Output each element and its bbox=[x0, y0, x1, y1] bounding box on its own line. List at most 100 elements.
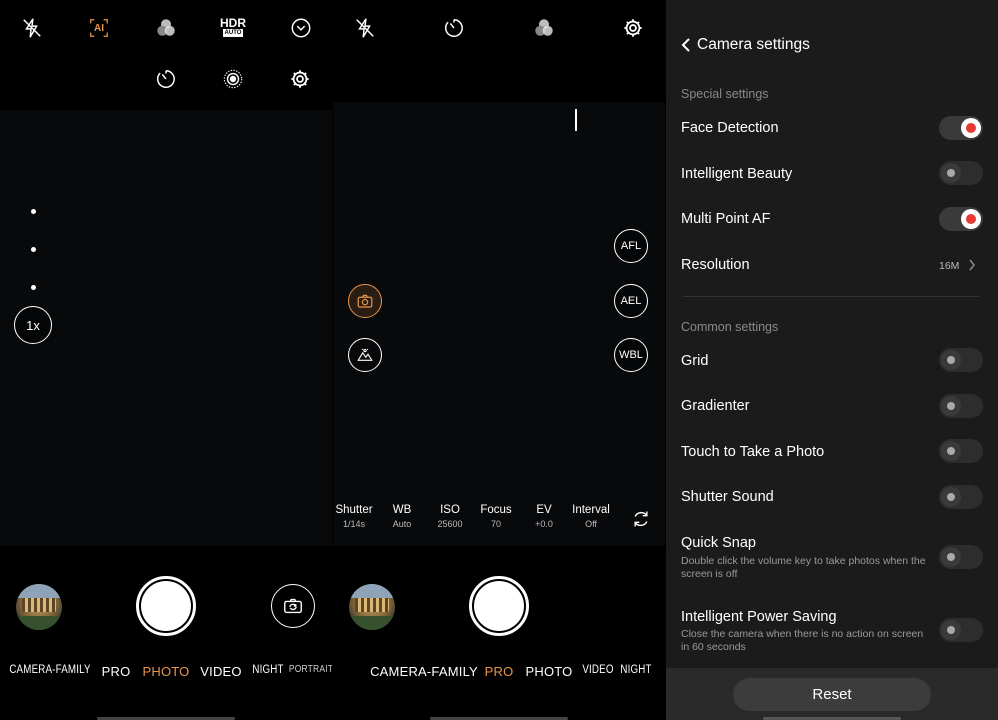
gallery-thumbnail[interactable] bbox=[16, 584, 62, 630]
shutter-button[interactable] bbox=[136, 576, 196, 636]
special-settings-heading: Special settings bbox=[681, 87, 769, 101]
photo-capture-icon[interactable] bbox=[348, 284, 382, 318]
zoom-stop-dot[interactable] bbox=[31, 209, 36, 214]
top-toolbar: AI HDR AUTO bbox=[0, 0, 332, 110]
hdr-auto-icon[interactable]: HDR AUTO bbox=[219, 14, 247, 40]
mode-photo[interactable]: PHOTO bbox=[526, 664, 573, 679]
hdr-sub-label: AUTO bbox=[222, 29, 244, 37]
mode-video[interactable]: VIDEO bbox=[200, 664, 241, 679]
filter-icon[interactable] bbox=[532, 16, 556, 40]
power-saving-description: Close the camera when there is no action… bbox=[681, 628, 924, 653]
chevron-right-icon[interactable] bbox=[966, 258, 978, 272]
mode-pro[interactable]: PRO bbox=[102, 664, 131, 679]
wbl-button[interactable]: WBL bbox=[614, 338, 648, 372]
param-value: Auto bbox=[392, 519, 412, 529]
settings-gear-icon[interactable] bbox=[621, 16, 645, 40]
flash-off-icon[interactable] bbox=[353, 16, 377, 40]
param-label: Shutter bbox=[335, 504, 373, 516]
section-divider bbox=[683, 296, 979, 297]
common-settings-heading: Common settings bbox=[681, 320, 779, 334]
mode-camera-family[interactable]: CAMERA-FAMILY bbox=[9, 664, 90, 676]
photo-mode-screen: AI HDR AUTO 1x CAMERA-FAMILY PRO PHOTO V… bbox=[0, 0, 332, 720]
param-interval[interactable]: Interval Off bbox=[572, 504, 610, 529]
reset-params-icon[interactable] bbox=[630, 508, 652, 530]
pro-parameters: Shutter 1/14s WB Auto ISO 25600 Focus 70 EV +… bbox=[333, 504, 665, 536]
expand-chevron-icon[interactable] bbox=[289, 16, 313, 40]
param-value: +0.0 bbox=[535, 519, 553, 529]
filter-icon[interactable] bbox=[154, 16, 178, 40]
mode-night[interactable]: NIGHT bbox=[620, 664, 651, 676]
multi-point-af-label: Multi Point AF bbox=[681, 211, 771, 227]
settings-footer: Reset bbox=[666, 668, 998, 720]
top-toolbar bbox=[333, 0, 665, 102]
viewfinder[interactable]: AFL AEL WBL bbox=[333, 102, 665, 546]
param-focus[interactable]: Focus 70 bbox=[480, 504, 511, 529]
bottom-controls: CAMERA-FAMILY PRO PHOTO VIDEO NIGHT PORT… bbox=[0, 546, 332, 720]
shutter-sound-toggle[interactable] bbox=[939, 485, 983, 509]
param-label: Interval bbox=[572, 504, 610, 516]
quick-snap-toggle[interactable] bbox=[939, 545, 983, 569]
face-detection-label: Face Detection bbox=[681, 120, 779, 136]
gradienter-toggle[interactable] bbox=[939, 394, 983, 418]
mode-camera-family[interactable]: CAMERA-FAMILY bbox=[370, 664, 478, 679]
multi-point-af-toggle[interactable] bbox=[939, 207, 983, 231]
param-iso[interactable]: ISO 25600 bbox=[437, 504, 462, 529]
resolution-value[interactable]: 16M bbox=[939, 260, 959, 272]
param-ev[interactable]: EV +0.0 bbox=[535, 504, 553, 529]
ael-button[interactable]: AEL bbox=[614, 284, 648, 318]
switch-camera-icon[interactable] bbox=[271, 584, 315, 628]
mode-selector: CAMERA-FAMILY PRO PHOTO VIDEO NIGHT bbox=[333, 664, 665, 684]
mode-video[interactable]: VIDEO bbox=[582, 664, 613, 676]
param-value: Off bbox=[585, 519, 597, 529]
pro-mode-screen: AFL AEL WBL Shutter 1/14s WB Auto ISO 25600… bbox=[333, 0, 665, 720]
zoom-stop-dot[interactable] bbox=[31, 285, 36, 290]
param-label: ISO bbox=[440, 504, 460, 516]
touch-photo-label: Touch to Take a Photo bbox=[681, 444, 825, 460]
mode-photo[interactable]: PHOTO bbox=[143, 664, 190, 679]
quick-snap-description: Double click the volume key to take phot… bbox=[681, 555, 926, 580]
intelligent-beauty-toggle[interactable] bbox=[939, 161, 983, 185]
reset-button[interactable]: Reset bbox=[733, 678, 931, 711]
mode-night[interactable]: NIGHT bbox=[252, 664, 283, 676]
param-label: WB bbox=[392, 504, 412, 516]
shutter-button[interactable] bbox=[469, 576, 529, 636]
power-saving-label: Intelligent Power Saving bbox=[681, 609, 837, 625]
timer-icon[interactable] bbox=[154, 67, 178, 91]
param-wb[interactable]: WB Auto bbox=[393, 504, 412, 529]
focus-indicator bbox=[575, 109, 577, 131]
ai-icon[interactable]: AI bbox=[87, 16, 111, 40]
gradienter-label: Gradienter bbox=[681, 398, 750, 414]
mode-portrait[interactable]: PORTRAIT bbox=[289, 664, 332, 675]
zoom-stop-dot[interactable] bbox=[31, 247, 36, 252]
ai-label: AI bbox=[94, 22, 104, 34]
shutter-sound-label: Shutter Sound bbox=[681, 489, 774, 505]
param-shutter[interactable]: Shutter 1/14s bbox=[335, 504, 372, 529]
grid-toggle[interactable] bbox=[939, 348, 983, 372]
param-label: Focus bbox=[480, 504, 512, 516]
back-arrow-icon[interactable] bbox=[678, 36, 694, 54]
camera-settings-screen: Camera settings Special settings Face De… bbox=[666, 0, 998, 720]
mode-pro[interactable]: PRO bbox=[485, 664, 514, 679]
bottom-controls: CAMERA-FAMILY PRO PHOTO VIDEO NIGHT bbox=[333, 546, 665, 720]
page-title: Camera settings bbox=[697, 36, 810, 53]
param-label: EV bbox=[536, 504, 552, 516]
power-saving-toggle[interactable] bbox=[939, 618, 983, 642]
live-photo-icon[interactable] bbox=[221, 67, 245, 91]
flash-off-icon[interactable] bbox=[20, 16, 44, 40]
intelligent-beauty-label: Intelligent Beauty bbox=[681, 166, 793, 182]
hdr-label: HDR bbox=[220, 16, 246, 30]
grid-label: Grid bbox=[681, 353, 709, 369]
quick-snap-label: Quick Snap bbox=[681, 535, 756, 551]
zoom-button[interactable]: 1x bbox=[14, 306, 52, 344]
resolution-label[interactable]: Resolution bbox=[681, 257, 750, 273]
touch-photo-toggle[interactable] bbox=[939, 439, 983, 463]
viewfinder[interactable]: 1x bbox=[0, 110, 332, 546]
param-value: 1/14s bbox=[342, 519, 366, 529]
face-detection-toggle[interactable] bbox=[939, 116, 983, 140]
afl-button[interactable]: AFL bbox=[614, 229, 648, 263]
settings-gear-icon[interactable] bbox=[288, 67, 312, 91]
timer-icon[interactable] bbox=[442, 16, 466, 40]
scene-icon[interactable] bbox=[348, 338, 382, 372]
mode-selector: CAMERA-FAMILY PRO PHOTO VIDEO NIGHT PORT… bbox=[0, 664, 332, 684]
gallery-thumbnail[interactable] bbox=[349, 584, 395, 630]
